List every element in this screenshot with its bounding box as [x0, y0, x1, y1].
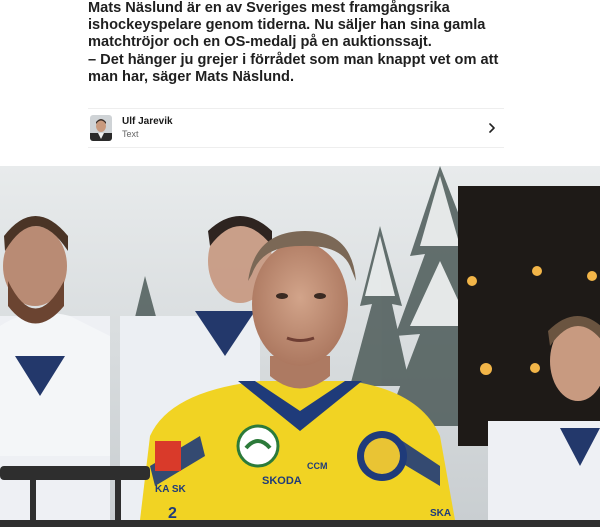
jersey-maker-text: CCM — [307, 461, 328, 471]
jersey-partial-text: KA SK — [155, 484, 187, 495]
jersey-bottom-text: SKA — [430, 508, 451, 519]
author-avatar — [90, 115, 112, 141]
author-name[interactable]: Ulf Jarevik — [122, 116, 484, 128]
lead-paragraph: Mats Näslund är en av Sveriges mest fram… — [88, 0, 486, 51]
jersey-number-text: 2 — [168, 505, 177, 520]
jersey-brand-text: SKODA — [262, 475, 302, 487]
author-byline[interactable]: Ulf Jarevik Text — [88, 108, 504, 148]
chevron-right-icon[interactable] — [484, 120, 500, 136]
lead-quote: – Det hänger ju grejer i förrådet som ma… — [88, 51, 499, 85]
author-role: Text — [122, 129, 139, 139]
article-lead: Mats Näslund är en av Sveriges mest fram… — [88, 0, 518, 86]
hockey-player-photo: SKODA CCM KA SK SKA 2 — [0, 166, 600, 520]
photo-bottom-bar — [0, 520, 600, 527]
article-photo: SKODA CCM KA SK SKA 2 — [0, 166, 600, 520]
